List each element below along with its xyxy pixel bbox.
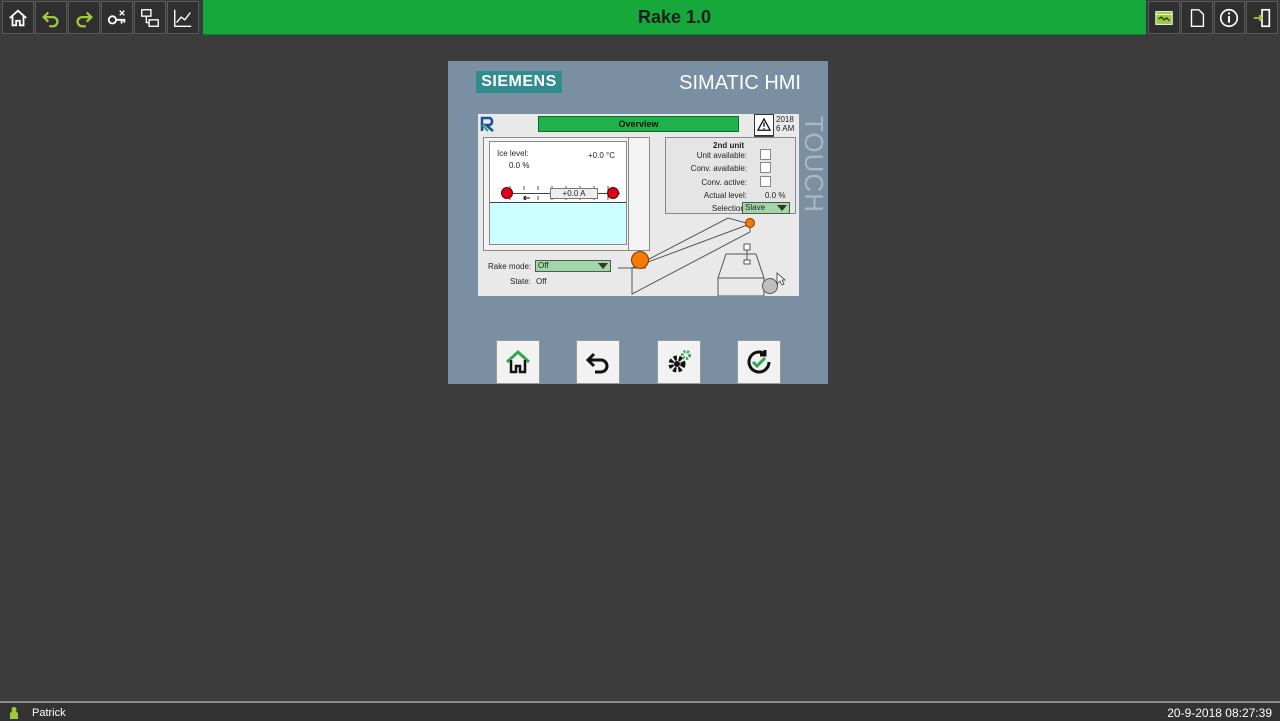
exit-icon (1253, 8, 1271, 27)
home-icon (505, 349, 531, 374)
info-button[interactable] (1213, 1, 1246, 34)
trend-icon (174, 9, 192, 27)
simatic-label: SIMATIC HMI (679, 72, 801, 94)
user-icon (10, 707, 18, 719)
hmi-device: SIEMENS SIMATIC HMI TOUCH Overview 5 201… (448, 61, 829, 384)
status-bar: Patrick 20-9-2018 08:27:39 (0, 701, 1280, 721)
home-icon (9, 8, 27, 26)
toolbar-left (0, 0, 203, 35)
network-button[interactable] (134, 1, 166, 34)
screenshot-button[interactable] (1148, 1, 1180, 34)
undo-icon (42, 11, 59, 27)
network-icon (141, 8, 159, 27)
datetime: 20-9-2018 08:27:39 (1167, 706, 1272, 720)
login-button[interactable] (101, 1, 133, 34)
device-back-button[interactable] (576, 340, 620, 384)
trend-button[interactable] (167, 1, 199, 34)
siemens-logo: SIEMENS (476, 71, 562, 93)
exit-button[interactable] (1246, 1, 1278, 34)
login-icon (107, 9, 126, 24)
document-icon (1190, 8, 1204, 27)
info-icon (1220, 8, 1239, 27)
redo-icon (76, 11, 93, 27)
document-button[interactable] (1180, 1, 1213, 34)
conveyor-indicator[interactable] (745, 218, 755, 228)
toolbar-right (1146, 0, 1280, 35)
redo-button[interactable] (68, 1, 100, 34)
device-refresh-button[interactable] (737, 340, 781, 384)
undo-button[interactable] (35, 1, 67, 34)
home-button[interactable] (2, 1, 34, 34)
touch-label: TOUCH (799, 116, 829, 213)
device-home-button[interactable] (496, 340, 540, 384)
refresh-check-icon (747, 350, 771, 374)
screenshot-icon (1155, 10, 1173, 25)
cursor-icon (776, 272, 786, 286)
title-bar: Rake 1.0 (0, 0, 1280, 35)
back-icon (585, 352, 609, 374)
settings-icon (668, 350, 691, 373)
app-title: Rake 1.0 (637, 7, 712, 27)
device-settings-button[interactable] (657, 340, 701, 384)
hmi-screen: Overview 5 2018 6 AM Ice level: 0.0 % +0… (478, 114, 799, 296)
user-name: Patrick (32, 707, 66, 719)
pump-indicator[interactable] (631, 251, 649, 269)
